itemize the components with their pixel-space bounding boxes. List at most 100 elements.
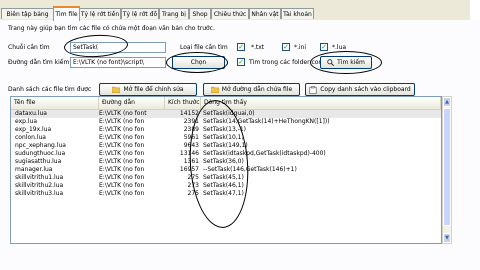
path-cell: E:\VLTK (no fon: [99, 174, 145, 181]
path-cell: E:\VLTK (no fon: [99, 166, 145, 173]
vertical-scrollbar[interactable]: ▲ ▼: [442, 96, 452, 244]
found-line-cell: SetTask(10,1): [203, 134, 244, 141]
column-header-size[interactable]: Kích thước: [165, 97, 201, 109]
search-path-label: Đường dẫn tìm kiếm: [8, 59, 70, 66]
size-cell: 275: [187, 190, 199, 197]
size-cell: 13146: [179, 150, 199, 157]
table-row[interactable]: exp_19x.lua E:\VLTK (no fon 2389 SetTask(13…: [11, 126, 441, 134]
folder-icon: [210, 86, 219, 93]
table-row[interactable]: sugiasatthu.lua E:\VLTK (no fon 1361 SetTas…: [11, 158, 441, 166]
ini-checkbox[interactable]: ✓: [282, 43, 290, 51]
search-button-label: Tìm kiếm: [337, 59, 365, 66]
size-cell: 5961: [183, 134, 199, 141]
found-line-cell: SetTask(idquai,0): [203, 110, 255, 117]
tab-trang-bi[interactable]: Trang bị: [159, 8, 189, 19]
size-cell: 9643: [183, 142, 199, 149]
table-header: Tên file Đường dẫn Kích thước Dòng tìm t…: [11, 97, 441, 110]
file-name-cell: sudungthuoc.lua: [15, 150, 66, 157]
tab-nhan-vat[interactable]: Nhân vật: [249, 8, 281, 19]
txt-checkbox[interactable]: ✓: [237, 43, 245, 51]
table-row[interactable]: skillvitrithu3.lua E:\VLTK (no fon 275 SetT…: [11, 190, 441, 198]
file-name-cell: manager.lua: [15, 166, 53, 173]
found-line-cell: SetTask(idtaskpd,GetTask(idtaskpd)-400): [203, 150, 326, 157]
path-cell: E:\VLTK (no font: [99, 110, 147, 117]
path-cell: E:\VLTK (no fon: [99, 142, 145, 149]
clipboard-icon: [309, 85, 317, 94]
open-folder-button[interactable]: Mở đường dẫn chứa file: [203, 83, 300, 96]
scroll-up-icon[interactable]: ▲: [443, 97, 451, 107]
size-cell: 16957: [179, 166, 199, 173]
path-cell: E:\VLTK (no fon: [99, 118, 145, 125]
path-cell: E:\VLTK (no fon: [99, 158, 145, 165]
column-header-path[interactable]: Đường dẫn: [99, 97, 165, 109]
column-header-found-line[interactable]: Dòng tìm thấy: [201, 97, 441, 109]
tab-tim-file[interactable]: Tìm file: [53, 6, 80, 21]
scroll-thumb[interactable]: [443, 108, 451, 226]
tab-ty-le-rot-do[interactable]: Tỷ lệ rớt đồ: [121, 8, 159, 19]
search-path-input[interactable]: E:\VLTK (no font)\script\: [70, 57, 166, 68]
table-row[interactable]: npc_xephang.lua E:\VLTK (no fon 9643 SetTas…: [11, 142, 441, 150]
file-name-cell: conlon.lua: [15, 134, 46, 141]
size-cell: 2391: [183, 118, 199, 125]
tab-ty-le-rot-tien[interactable]: Tỷ lệ rớt tiền: [79, 8, 121, 19]
path-cell: E:\VLTK (no fon: [99, 126, 145, 133]
path-cell: E:\VLTK (no fon: [99, 134, 145, 141]
table-row[interactable]: skillvitrithu1.lua E:\VLTK (no fon 275 SetT…: [11, 174, 441, 182]
tab-tai-khoan[interactable]: Tài khoản: [281, 8, 314, 19]
table-row[interactable]: dataxu.lua E:\VLTK (no font 14152 SetTask(i…: [11, 110, 441, 118]
file-name-cell: skillvitrithu1.lua: [15, 174, 64, 181]
table-row[interactable]: sudungthuoc.lua E:\VLTK (no fon 13146 SetTa…: [11, 150, 441, 158]
found-line-cell: SetTask(45,1): [203, 174, 244, 181]
size-cell: 273: [187, 182, 199, 189]
search-string-input[interactable]: SetTask(: [70, 42, 166, 53]
result-list-label: Danh sách các file tìm được: [8, 86, 92, 93]
table-row[interactable]: skillvitrithu2.lua E:\VLTK (no fon 273 SetT…: [11, 182, 441, 190]
tab-bar: Biên tập bảng Tìm file Tỷ lệ rớt tiền Tỷ…: [0, 0, 480, 21]
size-cell: 1361: [183, 158, 199, 165]
file-name-cell: exp.lua: [15, 118, 37, 125]
filetype-label: Loại file cần tìm: [180, 44, 228, 51]
file-name-cell: dataxu.lua: [15, 110, 47, 117]
tab-bien-tap-bang[interactable]: Biên tập bảng: [1, 8, 54, 19]
scroll-down-icon[interactable]: ▼: [443, 233, 451, 243]
table-row[interactable]: conlon.lua E:\VLTK (no fon 5961 SetTask(10,…: [11, 134, 441, 142]
table-row[interactable]: exp.lua E:\VLTK (no fon 2391 SetTask(14,Get…: [11, 118, 441, 126]
file-name-cell: exp_19x.lua: [15, 126, 52, 133]
tab-shop[interactable]: Shop: [189, 8, 211, 19]
copy-clipboard-button[interactable]: Copy danh sách vào clipboard: [305, 83, 415, 96]
subfolder-checkbox[interactable]: ✓: [237, 58, 245, 66]
tab-chieu-thuc[interactable]: Chiêu thức: [211, 8, 249, 19]
page-description: Trang này giúp bạn tìm các file có chứa …: [8, 25, 215, 32]
found-line-cell: SetTask(13,-1): [203, 126, 247, 133]
search-string-label: Chuỗi cần tìm: [8, 44, 50, 51]
choose-folder-button[interactable]: Chọn: [172, 56, 225, 69]
file-name-cell: skillvitrithu2.lua: [15, 182, 64, 189]
path-cell: E:\VLTK (no fon: [99, 190, 145, 197]
file-name-cell: sugiasatthu.lua: [15, 158, 62, 165]
found-line-cell: SetTask(14,GetTask(14)+HeThongKN([1])): [203, 118, 330, 125]
found-line-cell: SetTask(46,1): [203, 182, 244, 189]
search-button[interactable]: Tìm kiếm: [320, 56, 372, 69]
open-folder-label: Mở đường dẫn chứa file: [221, 86, 293, 93]
found-line-cell: SetTask(47,1): [203, 190, 244, 197]
txt-filetype-label: *.txt: [251, 44, 265, 51]
path-cell: E:\VLTK (no fon: [99, 150, 145, 157]
open-file-edit-label: Mở file để chỉnh sửa: [123, 86, 184, 93]
lua-checkbox[interactable]: ✓: [320, 43, 328, 51]
table-row[interactable]: manager.lua E:\VLTK (no fon 16957 --SetTask…: [11, 166, 441, 174]
file-name-cell: skillvitrithu3.lua: [15, 190, 64, 197]
results-table[interactable]: Tên file Đường dẫn Kích thước Dòng tìm t…: [10, 96, 442, 244]
size-cell: 275: [187, 174, 199, 181]
copy-clipboard-label: Copy danh sách vào clipboard: [320, 86, 411, 93]
column-header-file-name[interactable]: Tên file: [11, 97, 99, 109]
file-name-cell: npc_xephang.lua: [15, 142, 66, 149]
size-cell: 2389: [183, 126, 199, 133]
open-file-edit-button[interactable]: Mở file để chỉnh sửa: [99, 83, 197, 96]
found-line-cell: SetTask(36,0): [203, 158, 244, 165]
subfolder-label: Tìm trong các folder con: [249, 59, 323, 66]
path-cell: E:\VLTK (no fon: [99, 182, 145, 189]
ini-filetype-label: *.ini: [294, 44, 307, 51]
folder-icon: [112, 86, 121, 93]
magnifier-icon: [327, 59, 335, 66]
found-line-cell: SetTask(149,1): [203, 142, 248, 149]
